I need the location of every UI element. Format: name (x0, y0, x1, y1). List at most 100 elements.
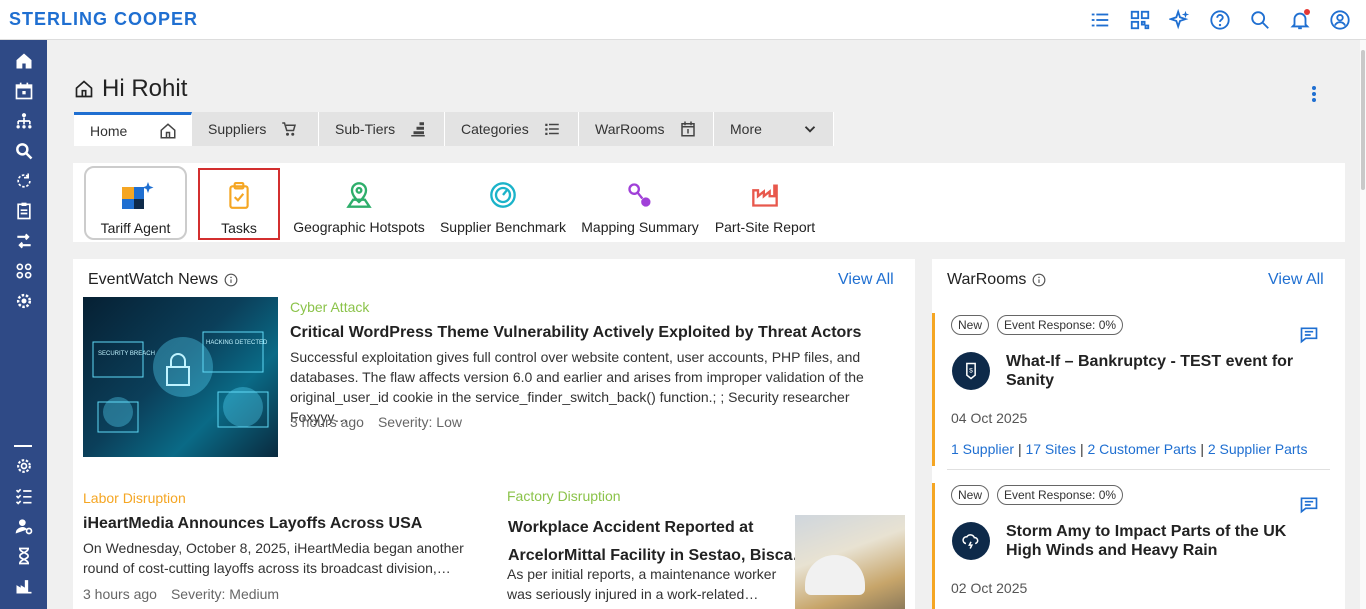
news-description: As per initial reports, a maintenance wo… (507, 566, 777, 602)
info-icon[interactable] (1032, 273, 1046, 287)
sidebar-gear-icon[interactable] (13, 455, 35, 477)
tab-label: WarRooms (595, 121, 665, 137)
tasks-button[interactable]: Tasks (198, 168, 280, 240)
info-icon[interactable] (224, 273, 238, 287)
warrooms-view-all-link[interactable]: View All (1268, 271, 1324, 289)
image-caption-security-breach: SECURITY BREACH (98, 351, 155, 357)
tab-suppliers[interactable]: Suppliers (192, 112, 319, 146)
suppliers-link[interactable]: 1 Supplier (951, 441, 1014, 457)
list-view-icon[interactable] (1088, 8, 1112, 32)
page-scrollbar[interactable] (1360, 40, 1366, 609)
sidebar-separator (14, 445, 32, 447)
news-title-link[interactable]: iHeartMedia Announces Layoffs Across USA (83, 515, 422, 533)
warrooms-panel: WarRooms View All New Event Response: 0%… (932, 259, 1345, 609)
sidebar-calendar-icon[interactable] (13, 80, 35, 102)
warroom-title-link[interactable]: What-If – Bankruptcy - TEST event for Sa… (1006, 352, 1306, 390)
sidebar-user-settings-icon[interactable] (13, 515, 35, 537)
home-outline-icon (75, 80, 93, 98)
warroom-title-link[interactable]: Storm Amy to Impact Parts of the UK High… (1006, 522, 1306, 560)
image-caption-hacking-detected: HACKING DETECTED (206, 340, 268, 346)
eventwatch-view-all-link[interactable]: View All (838, 271, 894, 289)
help-icon[interactable] (1208, 8, 1232, 32)
news-category: Labor Disruption (83, 490, 186, 506)
sidebar-checklist-icon[interactable] (13, 485, 35, 507)
tariff-agent-button[interactable]: Tariff Agent (84, 166, 187, 240)
news-title-link[interactable]: Critical WordPress Theme Vulnerability A… (290, 324, 861, 342)
card-divider (947, 469, 1330, 470)
warroom-accent-bar (932, 313, 935, 466)
tab-warrooms[interactable]: WarRooms (579, 112, 714, 146)
user-profile-icon[interactable] (1328, 8, 1352, 32)
sidebar-search-icon[interactable] (13, 140, 35, 162)
home-icon (160, 122, 176, 138)
scrollbar-thumb[interactable] (1361, 50, 1365, 190)
supplier-parts-link[interactable]: 2 Supplier Parts (1208, 441, 1308, 457)
notification-dot (1304, 9, 1310, 15)
layers-icon (411, 122, 425, 137)
tab-categories[interactable]: Categories (445, 112, 579, 146)
sidebar-hierarchy-icon[interactable] (13, 110, 35, 132)
news-meta: 3 hours ago Severity: Low (290, 414, 462, 430)
news-title-link[interactable]: Workplace Accident Reported at ArcelorMi… (508, 514, 809, 570)
tab-label: Sub-Tiers (335, 121, 396, 137)
event-response-badge: Event Response: 0% (997, 315, 1124, 335)
customer-parts-link[interactable]: 2 Customer Parts (1087, 441, 1196, 457)
dashboard-grid-icon[interactable] (1128, 8, 1152, 32)
news-category: Cyber Attack (290, 299, 370, 315)
news-time: 3 hours ago (83, 586, 157, 602)
bankruptcy-event-icon: $ (952, 352, 990, 390)
sidebar-apps-icon[interactable] (13, 260, 35, 282)
tariff-agent-icon (118, 182, 154, 210)
ai-sparkle-icon[interactable] (1168, 8, 1192, 32)
sites-link[interactable]: 17 Sites (1025, 441, 1076, 457)
mapping-nodes-icon (626, 181, 654, 209)
search-icon[interactable] (1248, 8, 1272, 32)
tab-label: Home (90, 122, 128, 139)
mapping-summary-button[interactable]: Mapping Summary (580, 163, 700, 242)
sidebar-home-icon[interactable] (13, 50, 35, 72)
calendar-icon (680, 121, 695, 137)
more-options-kebab-icon[interactable] (1309, 84, 1319, 104)
top-bar: STERLING COOPER (0, 0, 1366, 40)
notification-bell-icon[interactable] (1288, 8, 1312, 32)
security-lock-illustration: SECURITY BREACH HACKING DETECTED (92, 331, 269, 433)
tab-more[interactable]: More (714, 112, 834, 146)
comment-icon[interactable] (1299, 495, 1319, 515)
brand-logo[interactable]: STERLING COOPER (9, 9, 198, 30)
part-site-report-button[interactable]: Part-Site Report (713, 163, 817, 242)
warroom-accent-bar (932, 483, 935, 609)
quick-action-label: Supplier Benchmark (439, 219, 567, 235)
geographic-hotspots-button[interactable]: Geographic Hotspots (292, 163, 426, 242)
sidebar-factory-icon[interactable] (13, 575, 35, 597)
news-severity: Severity: Medium (170, 586, 280, 602)
svg-text:$: $ (969, 368, 973, 375)
tab-label: Suppliers (208, 121, 267, 137)
sidebar-refresh-icon[interactable] (13, 170, 35, 192)
tab-home[interactable]: Home (74, 112, 192, 146)
tab-label: More (730, 121, 762, 137)
quick-action-label: Tasks (221, 220, 257, 236)
list-icon (544, 123, 559, 135)
news-meta: 3 hours ago Severity: Medium (83, 586, 279, 602)
quick-action-label: Geographic Hotspots (293, 219, 425, 235)
comment-icon[interactable] (1299, 325, 1319, 345)
quick-action-label: Mapping Summary (581, 219, 699, 235)
tab-sub-tiers[interactable]: Sub-Tiers (319, 112, 445, 146)
quick-action-label: Tariff Agent (100, 220, 171, 236)
supplier-benchmark-button[interactable]: Supplier Benchmark (439, 163, 567, 242)
new-badge: New (951, 485, 990, 505)
tasks-clipboard-icon (226, 182, 252, 210)
sidebar-settings-gear-icon[interactable] (13, 290, 35, 312)
sidebar-clipboard-icon[interactable] (13, 200, 35, 222)
sidebar-transfer-icon[interactable] (13, 230, 35, 252)
event-response-badge: Event Response: 0% (997, 485, 1124, 505)
main-content: Hi Rohit Home Suppliers Sub-Tiers Catego… (47, 40, 1360, 609)
greeting-header: Hi Rohit (74, 75, 187, 103)
news-description: On Wednesday, October 8, 2025, iHeartMed… (83, 540, 464, 576)
factory-news-image[interactable] (795, 515, 905, 609)
cyber-attack-news-image[interactable]: SECURITY BREACH HACKING DETECTED (83, 297, 278, 457)
factory-icon (751, 181, 779, 209)
warroom-date: 02 Oct 2025 (951, 580, 1028, 596)
sidebar-hourglass-icon[interactable] (13, 545, 35, 567)
warroom-impact-links: 1 Supplier | 17 Sites | 2 Customer Parts… (951, 441, 1308, 457)
